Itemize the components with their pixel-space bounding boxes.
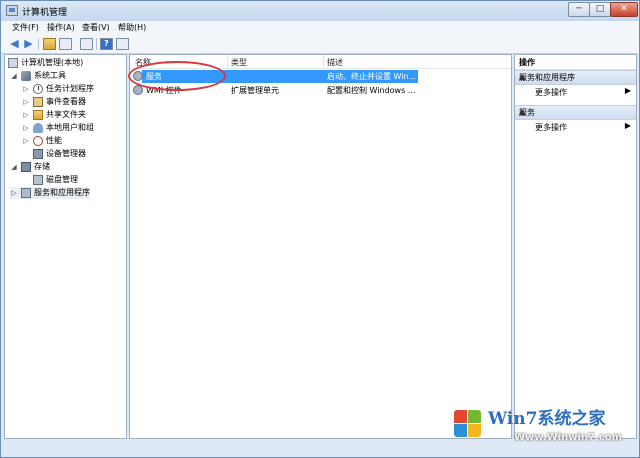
- list-view: 名称 类型 描述 服务 启动、终止并设置 Win... WMI 控件 扩展管理单…: [129, 54, 512, 439]
- computer-management-icon: [6, 5, 18, 16]
- show-hide-tree-icon[interactable]: [59, 38, 72, 50]
- services-apps-icon: [21, 188, 31, 198]
- window-title: 计算机管理: [22, 8, 68, 18]
- tree-item-label: 存储: [34, 162, 50, 171]
- tools-icon: [21, 71, 31, 81]
- event-viewer-icon: [33, 97, 43, 107]
- watermark-url: Www.Winwin7.com: [514, 432, 623, 443]
- users-icon: [33, 123, 43, 133]
- tree-item-label: 磁盘管理: [46, 175, 78, 184]
- watermark-brand: Win7系统之家: [488, 409, 606, 429]
- tree-item-label: 系统工具: [34, 71, 66, 80]
- column-divider[interactable]: [323, 55, 324, 68]
- more-actions-label: 更多操作: [535, 123, 567, 132]
- more-actions-item[interactable]: 更多操作 ▶: [515, 86, 636, 98]
- clock-icon: [33, 84, 43, 94]
- help-icon[interactable]: ?: [100, 38, 113, 50]
- menu-help[interactable]: 帮助(H): [118, 22, 146, 33]
- actions-section-services[interactable]: 服务 ▲: [515, 105, 636, 120]
- row-description: 配置和控制 Windows ...: [327, 86, 416, 95]
- tree-item-label: 设备管理器: [46, 149, 86, 158]
- tree-item-label: 计算机管理(本地): [21, 58, 84, 67]
- column-header-description[interactable]: 描述: [327, 57, 343, 68]
- expander-icon[interactable]: ▷: [22, 96, 30, 108]
- menu-view[interactable]: 查看(V): [82, 22, 110, 33]
- tree-item-label: 服务和应用程序: [34, 188, 90, 197]
- more-actions-label: 更多操作: [535, 88, 567, 97]
- row-type: 扩展管理单元: [231, 86, 279, 95]
- title-bar[interactable]: 计算机管理 ─ □ ✕: [1, 1, 639, 21]
- more-actions-item[interactable]: 更多操作 ▶: [515, 121, 636, 133]
- tree-item-label: 事件查看器: [46, 97, 86, 106]
- console-icon[interactable]: [116, 38, 129, 50]
- column-header-type[interactable]: 类型: [231, 57, 247, 68]
- toolbar-separator: [96, 38, 97, 50]
- menu-file[interactable]: 文件(F): [12, 22, 39, 33]
- expander-icon[interactable]: ▷: [22, 122, 30, 134]
- device-manager-icon: [33, 149, 43, 159]
- expander-icon[interactable]: ▷: [10, 187, 18, 199]
- toolbar-separator: [38, 38, 39, 50]
- expander-icon[interactable]: ▷: [22, 135, 30, 147]
- disk-icon: [33, 175, 43, 185]
- computer-icon: [8, 58, 18, 68]
- tree-item-label: 性能: [46, 136, 62, 145]
- expander-icon[interactable]: ▷: [22, 83, 30, 95]
- actions-pane: 操作 服务和应用程序 ▲ 更多操作 ▶ 服务 ▲ 更多操作 ▶: [514, 54, 637, 439]
- forward-arrow-icon[interactable]: ▶: [22, 38, 35, 50]
- actions-section-services-apps[interactable]: 服务和应用程序 ▲: [515, 70, 636, 85]
- export-icon[interactable]: [80, 38, 93, 50]
- minimize-button[interactable]: ─: [568, 2, 590, 17]
- row-description: 启动、终止并设置 Win...: [327, 72, 417, 81]
- tree-item-services-apps[interactable]: ▷ 服务和应用程序: [10, 187, 90, 199]
- submenu-arrow-icon: ▶: [624, 121, 631, 130]
- menu-action[interactable]: 操作(A): [47, 22, 75, 33]
- tree-item-label: 任务计划程序: [46, 84, 94, 93]
- expander-icon[interactable]: ◢: [10, 161, 18, 173]
- back-arrow-icon[interactable]: ◀: [8, 38, 21, 50]
- actions-title: 操作: [515, 55, 636, 70]
- maximize-button[interactable]: □: [589, 2, 611, 17]
- windows-logo-icon: [454, 410, 482, 438]
- tree-item-label: 本地用户和组: [46, 123, 94, 132]
- column-divider[interactable]: [227, 55, 228, 68]
- watermark: Win7系统之家 Www.Winwin7.com: [452, 398, 634, 452]
- close-button[interactable]: ✕: [610, 2, 638, 17]
- expander-icon[interactable]: ◢: [10, 70, 18, 82]
- submenu-arrow-icon: ▶: [624, 86, 631, 95]
- expander-icon[interactable]: ▷: [22, 109, 30, 121]
- storage-icon: [21, 162, 31, 172]
- toolbar: ◀ ▶ ?: [1, 35, 639, 54]
- collapse-icon[interactable]: ▲: [519, 72, 632, 81]
- actions-title-label: 操作: [519, 58, 535, 67]
- computer-management-window: 计算机管理 ─ □ ✕ 文件(F) 操作(A) 查看(V) 帮助(H) ◀ ▶ …: [0, 0, 640, 458]
- up-folder-icon[interactable]: [43, 38, 56, 50]
- menu-bar: 文件(F) 操作(A) 查看(V) 帮助(H): [1, 21, 639, 35]
- performance-icon: [33, 136, 43, 146]
- annotation-circle: [128, 61, 226, 91]
- console-tree: 计算机管理(本地) ◢ 系统工具 ▷ 任务计划程序 ▷ 事件查看器 ▷ 共享文件…: [4, 54, 127, 439]
- tree-item-label: 共享文件夹: [46, 110, 86, 119]
- shared-folder-icon: [33, 110, 43, 120]
- collapse-icon[interactable]: ▲: [519, 107, 632, 116]
